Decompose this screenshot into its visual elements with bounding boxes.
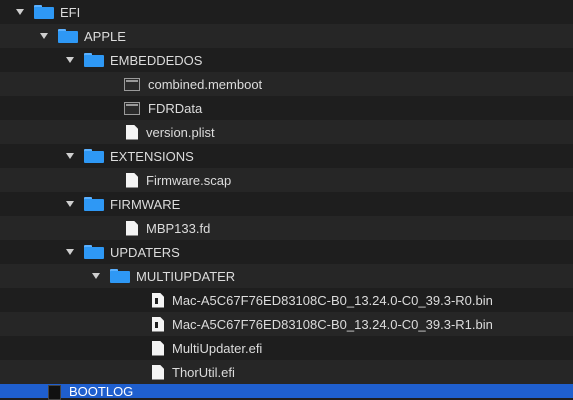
tree-item-label: EXTENSIONS xyxy=(110,148,194,164)
tree-item-label: UPDATERS xyxy=(110,244,180,260)
tree-row-thorutil-efi[interactable]: ThorUtil.efi xyxy=(0,360,573,384)
binary-file-icon xyxy=(152,316,164,332)
tree-row-combined-memboot[interactable]: combined.memboot xyxy=(0,72,573,96)
folder-icon xyxy=(84,149,104,163)
tree-item-label: EFI xyxy=(60,4,81,20)
tree-row-fdrdata[interactable]: FDRData xyxy=(0,96,573,120)
tree-row-bootlog[interactable]: BOOTLOG xyxy=(0,384,573,400)
disclosure-triangle-icon[interactable] xyxy=(40,33,48,39)
folder-icon xyxy=(34,5,54,19)
tree-row-multiupdater[interactable]: MULTIUPDATER xyxy=(0,264,573,288)
tree-row-extensions[interactable]: EXTENSIONS xyxy=(0,144,573,168)
tree-row-version-plist[interactable]: version.plist xyxy=(0,120,573,144)
tree-row-apple[interactable]: APPLE xyxy=(0,24,573,48)
binary-file-icon xyxy=(152,292,164,308)
tree-item-label: APPLE xyxy=(84,28,126,44)
tree-item-label: Mac-A5C67F76ED83108C-B0_13.24.0-C0_39.3-… xyxy=(172,316,493,332)
folder-icon xyxy=(110,269,130,283)
tree-item-label: EMBEDDEDOS xyxy=(110,52,203,68)
tree-row-bin-r1[interactable]: Mac-A5C67F76ED83108C-B0_13.24.0-C0_39.3-… xyxy=(0,312,573,336)
folder-icon xyxy=(84,245,104,259)
disclosure-triangle-icon[interactable] xyxy=(92,273,100,279)
disclosure-triangle-icon[interactable] xyxy=(16,9,24,15)
tree-item-label: MBP133.fd xyxy=(146,220,211,236)
tree-row-bin-r0[interactable]: Mac-A5C67F76ED83108C-B0_13.24.0-C0_39.3-… xyxy=(0,288,573,312)
folder-icon xyxy=(58,29,78,43)
tree-item-label: FDRData xyxy=(148,100,203,116)
tree-row-updaters[interactable]: UPDATERS xyxy=(0,240,573,264)
tree-item-label: MultiUpdater.efi xyxy=(172,340,263,356)
memory-file-icon xyxy=(124,77,140,91)
disclosure-triangle-icon[interactable] xyxy=(66,249,74,255)
tree-item-label: FIRMWARE xyxy=(110,196,181,212)
tree-item-label: combined.memboot xyxy=(148,76,263,92)
file-icon xyxy=(152,364,164,380)
disclosure-triangle-icon[interactable] xyxy=(66,153,74,159)
memory-file-icon xyxy=(124,101,140,115)
file-tree: EFI APPLE EMBEDDEDOS combined.memboot FD… xyxy=(0,0,573,400)
disclosure-triangle-icon[interactable] xyxy=(66,201,74,207)
tree-item-label: Mac-A5C67F76ED83108C-B0_13.24.0-C0_39.3-… xyxy=(172,292,493,308)
file-icon xyxy=(152,340,164,356)
file-icon xyxy=(126,124,138,140)
file-icon xyxy=(126,172,138,188)
tree-row-multiupdater-efi[interactable]: MultiUpdater.efi xyxy=(0,336,573,360)
tree-item-label: version.plist xyxy=(146,124,215,140)
tree-row-embeddedos[interactable]: EMBEDDEDOS xyxy=(0,48,573,72)
tree-row-mbp133-fd[interactable]: MBP133.fd xyxy=(0,216,573,240)
tree-item-label: Firmware.scap xyxy=(146,172,232,188)
tree-row-firmware[interactable]: FIRMWARE xyxy=(0,192,573,216)
folder-icon xyxy=(84,53,104,67)
tree-item-label: ThorUtil.efi xyxy=(172,364,235,380)
file-icon xyxy=(126,220,138,236)
folder-icon xyxy=(84,197,104,211)
tree-item-label: MULTIUPDATER xyxy=(136,268,236,284)
disclosure-triangle-icon[interactable] xyxy=(66,57,74,63)
tree-row-efi[interactable]: EFI xyxy=(0,0,573,24)
tree-row-firmware-scap[interactable]: Firmware.scap xyxy=(0,168,573,192)
